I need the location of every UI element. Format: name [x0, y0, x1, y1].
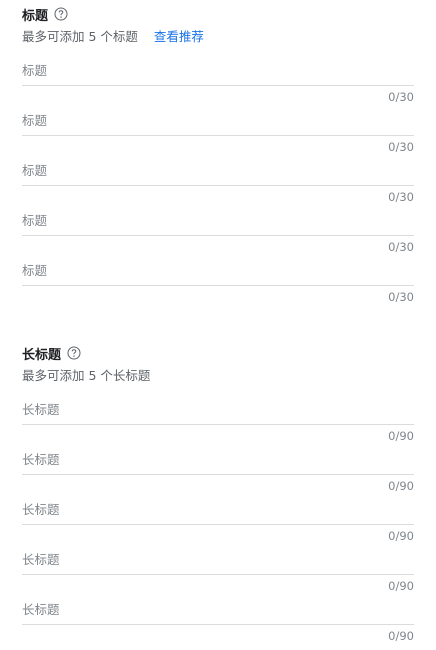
headline-field: 0/30 [22, 56, 414, 106]
long-headline-field: 0/90 [22, 545, 414, 595]
help-circle-icon[interactable] [67, 346, 81, 360]
char-counter: 0/30 [388, 240, 414, 254]
char-counter: 0/90 [388, 429, 414, 443]
char-counter: 0/90 [388, 479, 414, 493]
section-subtitle: 最多可添加 5 个长标题 [22, 367, 151, 383]
help-circle-icon[interactable] [54, 7, 68, 21]
section-title: 标题 [22, 8, 49, 24]
headline-input[interactable] [22, 106, 414, 136]
headline-field: 0/30 [22, 156, 414, 206]
long-headline-field: 0/90 [22, 495, 414, 545]
headlines-subline: 最多可添加 5 个标题 查看推荐 [22, 26, 414, 44]
headline-field: 0/30 [22, 256, 414, 306]
headlines-header: 标题 [22, 4, 414, 24]
view-recommendations-link[interactable]: 查看推荐 [154, 26, 204, 45]
long-headline-input[interactable] [22, 545, 414, 575]
headlines-section: 标题 最多可添加 5 个标题 查看推荐 0/30 0/30 0/30 0/30 … [22, 4, 414, 306]
headline-field: 0/30 [22, 206, 414, 256]
char-counter: 0/30 [388, 140, 414, 154]
headline-input[interactable] [22, 156, 414, 186]
long-headlines-header: 长标题 [22, 343, 414, 363]
section-title: 长标题 [22, 347, 62, 363]
headline-field: 0/30 [22, 106, 414, 156]
char-counter: 0/30 [388, 90, 414, 104]
headline-input[interactable] [22, 206, 414, 236]
headline-input[interactable] [22, 256, 414, 286]
long-headline-input[interactable] [22, 395, 414, 425]
char-counter: 0/30 [388, 290, 414, 304]
headline-input[interactable] [22, 56, 414, 86]
char-counter: 0/90 [388, 629, 414, 643]
long-headline-input[interactable] [22, 595, 414, 625]
long-headlines-section: 长标题 最多可添加 5 个长标题 0/90 0/90 0/90 0/90 0/9… [22, 343, 414, 645]
section-subtitle: 最多可添加 5 个标题 [22, 28, 138, 44]
long-headline-field: 0/90 [22, 395, 414, 445]
char-counter: 0/30 [388, 190, 414, 204]
long-headline-field: 0/90 [22, 445, 414, 495]
char-counter: 0/90 [388, 529, 414, 543]
long-headline-input[interactable] [22, 495, 414, 525]
long-headline-field: 0/90 [22, 595, 414, 645]
long-headlines-subline: 最多可添加 5 个长标题 [22, 365, 414, 383]
char-counter: 0/90 [388, 579, 414, 593]
long-headline-input[interactable] [22, 445, 414, 475]
